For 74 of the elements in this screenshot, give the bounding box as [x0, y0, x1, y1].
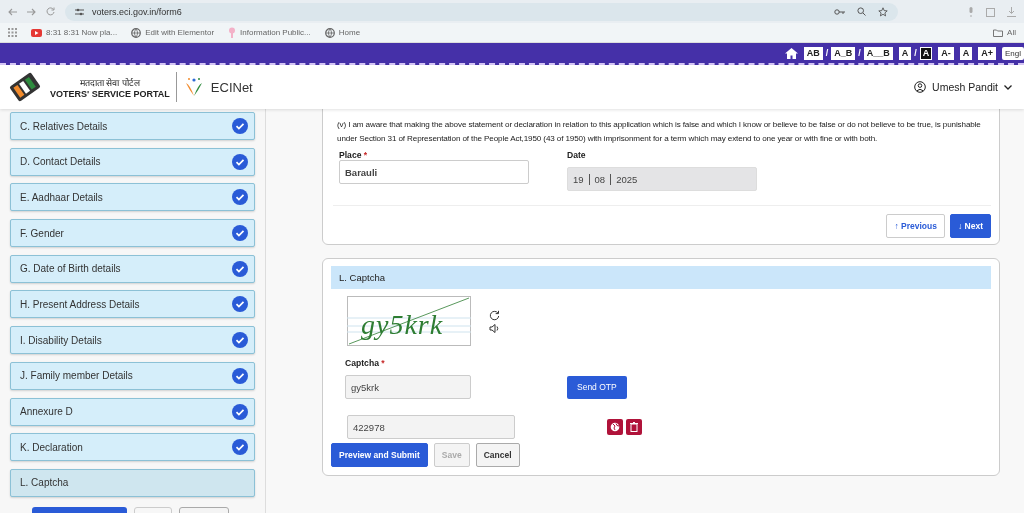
- home-icon[interactable]: [784, 47, 798, 59]
- portal-title: VOTERS' SERVICE PORTAL: [50, 88, 170, 99]
- bookmark[interactable]: Home: [324, 27, 361, 38]
- back-icon[interactable]: [8, 7, 17, 16]
- bookmark[interactable]: Edit with Elementor: [131, 27, 215, 38]
- required-mark: *: [363, 150, 368, 160]
- portal-title-hindi: मतदाता सेवा पोर्टल: [79, 76, 140, 89]
- all-bookmarks[interactable]: All: [993, 28, 1016, 37]
- text-size-option[interactable]: A: [959, 46, 973, 60]
- place-field[interactable]: Barauli: [339, 160, 529, 184]
- globe-icon: [131, 27, 142, 38]
- separator: /: [914, 48, 917, 58]
- send-otp-button[interactable]: Send OTP: [567, 375, 627, 399]
- user-menu[interactable]: Umesh Pandit: [914, 81, 1012, 93]
- video-icon: [31, 28, 42, 37]
- text-size-option[interactable]: A: [898, 46, 912, 60]
- user-icon: [914, 81, 927, 93]
- preview-submit-button[interactable]: Preview and Submit: [331, 443, 428, 467]
- bookmark[interactable]: Information Public...: [228, 27, 311, 38]
- trash-icon: [630, 422, 638, 432]
- folder-icon: [993, 28, 1004, 37]
- reload-icon[interactable]: [46, 7, 55, 16]
- section-item[interactable]: H. Present Address Details: [10, 290, 255, 319]
- section-item[interactable]: E. Aadhaar Details: [10, 183, 255, 212]
- text-size-option[interactable]: A_B: [831, 46, 856, 60]
- text-size-option[interactable]: A+: [978, 46, 996, 60]
- field-label: Place: [339, 150, 362, 160]
- key-icon[interactable]: [834, 8, 845, 15]
- field-label: Date: [567, 150, 587, 160]
- text-size-option[interactable]: AB: [803, 46, 823, 60]
- captcha-field[interactable]: gy5krk: [345, 375, 471, 399]
- section-item[interactable]: J. Family member Details: [10, 361, 255, 390]
- section-item[interactable]: K. Declaration: [10, 433, 255, 462]
- declaration-text: (v) I am aware that making the above statement or declaration in relation to this application which is false and which I know or believe to be false or do not believe to be true, is punishable under Section 31 of Representation of the People Act,1950 (43 of 1950) with imprisonment for a term which may extend to one year or with fine or with both.: [337, 119, 982, 145]
- field-label: Captcha: [345, 358, 379, 368]
- text-size-option[interactable]: A: [919, 46, 933, 60]
- text-size-option[interactable]: A-: [938, 46, 954, 60]
- separator: /: [825, 48, 829, 58]
- brand-name: ECINet: [210, 79, 253, 95]
- section-header: L. Captcha: [331, 266, 991, 289]
- globe-button[interactable]: [607, 419, 623, 435]
- address-bar[interactable]: voters.eci.gov.in/form6: [65, 2, 898, 21]
- apps-icon[interactable]: [8, 28, 17, 37]
- extensions-icon[interactable]: [986, 6, 995, 17]
- section-item[interactable]: C. Relatives Details: [10, 112, 255, 140]
- refresh-icon[interactable]: [489, 309, 500, 321]
- section-item[interactable]: D. Contact Details: [10, 147, 255, 176]
- download-icon[interactable]: [1007, 6, 1016, 17]
- text-size-option[interactable]: A__B: [863, 46, 893, 60]
- zoom-icon[interactable]: [857, 7, 866, 16]
- forward-icon[interactable]: [27, 7, 36, 16]
- pin-icon: [228, 27, 237, 38]
- date-field[interactable]: 19 08 2025: [567, 167, 757, 191]
- language-select[interactable]: Engl: [1002, 46, 1024, 60]
- chevron-down-icon: [1004, 84, 1012, 90]
- previous-button[interactable]: ↑ Previous: [886, 214, 945, 238]
- required-mark: *: [381, 358, 385, 368]
- next-button[interactable]: ↓ Next: [949, 214, 991, 238]
- globe-icon: [610, 422, 620, 432]
- section-item[interactable]: Annexure D: [10, 397, 255, 426]
- section-item[interactable]: F. Gender: [10, 219, 255, 248]
- otp-field[interactable]: 422978: [347, 415, 515, 439]
- section-item[interactable]: G. Date of Birth details: [10, 254, 255, 283]
- delete-button[interactable]: [626, 419, 642, 435]
- cancel-button[interactable]: Cancel: [475, 443, 520, 467]
- bookmark[interactable]: 8:31 8:31 Now pla...: [31, 28, 118, 37]
- globe-icon: [324, 27, 335, 38]
- star-icon[interactable]: [878, 6, 888, 17]
- section-item[interactable]: L. Captcha: [10, 468, 255, 497]
- separator: /: [858, 48, 861, 58]
- microphone-icon[interactable]: [968, 6, 974, 17]
- site-settings-icon: [75, 7, 84, 16]
- section-item[interactable]: I. Disability Details: [10, 326, 255, 355]
- speaker-icon[interactable]: [489, 323, 500, 333]
